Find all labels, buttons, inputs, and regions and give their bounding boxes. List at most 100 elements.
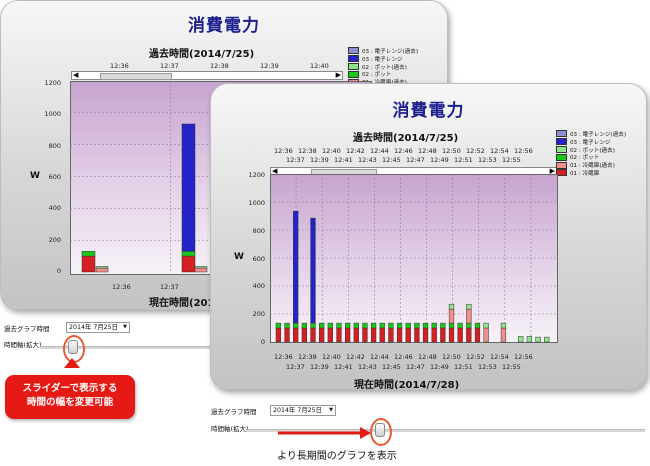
bar (483, 322, 489, 329)
tick-label: 12:43 (358, 363, 377, 371)
bar (319, 327, 325, 343)
tick-label: 12:45 (382, 363, 401, 371)
bar (275, 322, 282, 329)
bar (457, 322, 463, 329)
bar (448, 303, 455, 310)
date-select[interactable]: 2014年 7月25日 ▼ (270, 405, 336, 416)
bar-chart (270, 174, 557, 343)
bar (353, 322, 359, 329)
bar (293, 327, 299, 343)
bar (310, 217, 316, 324)
bar (293, 210, 299, 324)
bar (293, 322, 299, 329)
tick-label: 12:42 (346, 353, 365, 361)
bar (310, 322, 316, 329)
zoom-slider-handle[interactable] (68, 340, 78, 354)
bar (327, 327, 333, 343)
bar (353, 327, 359, 343)
tick-label: 12:47 (406, 363, 425, 371)
date-select[interactable]: 2014年 7月25日 ▼ (66, 322, 130, 333)
bar (448, 322, 455, 329)
bar (284, 322, 290, 329)
bar (362, 327, 368, 343)
bar (301, 322, 307, 329)
slider-callout: スライダーで表示する 時間の幅を変更可能 (5, 375, 135, 419)
bar (526, 336, 533, 343)
bar (466, 303, 472, 310)
zoom-slider-handle[interactable] (375, 423, 385, 437)
bar (431, 327, 437, 343)
bar (345, 322, 351, 329)
tick-label: 12:52 (466, 353, 485, 361)
bar (379, 322, 385, 329)
bar (466, 327, 472, 343)
bar (181, 123, 196, 252)
zoom-slider-track[interactable] (246, 429, 645, 432)
caption: より長期間のグラフを表示 (277, 451, 397, 462)
bar (194, 266, 208, 269)
tick-label: 12:38 (298, 353, 317, 361)
tick-label: 12:41 (334, 363, 353, 371)
front-power-window: 消費電力 過去時間(2014/7/25) 12:36 12:38 12:40 12:4… (210, 83, 647, 390)
bar (440, 327, 446, 343)
bar (448, 308, 455, 324)
tick-label: 12:54 (490, 353, 509, 361)
tick-label: 12:44 (370, 353, 389, 361)
bar (81, 251, 96, 257)
zoom-label: 時間軸(拡大) (4, 341, 42, 349)
bottom-axis-title: 現在時間(2014/7/28) (354, 380, 460, 390)
bar (431, 322, 437, 329)
bar (275, 327, 282, 343)
bar (440, 322, 446, 329)
bar (81, 255, 96, 273)
tick-label: 12:36 (112, 283, 131, 291)
bar (474, 322, 481, 329)
date-select-value: 2014年 7月25日 (69, 324, 118, 331)
bar (345, 327, 351, 343)
callout-line-1: スライダーで表示する (22, 383, 118, 394)
bar (422, 327, 429, 343)
bar (500, 322, 507, 329)
bar (284, 327, 290, 343)
bar (396, 322, 403, 329)
chevron-down-icon: ▼ (329, 407, 333, 413)
bar (518, 336, 524, 343)
tick-label: 12:49 (430, 363, 449, 371)
bar (181, 251, 196, 257)
tick-label: 12:50 (442, 353, 461, 361)
bar (535, 336, 541, 343)
tick-label: 12:39 (310, 363, 329, 371)
bar (336, 322, 342, 329)
bar (422, 322, 429, 329)
tick-label: 12:37 (286, 363, 305, 371)
tick-label: 12:37 (160, 283, 179, 291)
tick-label: 12:36 (274, 353, 293, 361)
bar (95, 266, 109, 269)
bar (181, 255, 196, 273)
bar (405, 327, 411, 343)
tick-label: 12:51 (454, 363, 473, 371)
zoom-label: 時間軸(拡大) (211, 425, 249, 433)
bar (448, 327, 455, 343)
bar (194, 267, 208, 273)
past-graph-time-label: 過去グラフ時間 (211, 408, 257, 416)
tick-label: 12:48 (418, 353, 437, 361)
bar (301, 327, 307, 343)
bar (379, 327, 385, 343)
tick-label: 12:40 (322, 353, 341, 361)
bar (310, 327, 316, 343)
bar (336, 327, 342, 343)
bar (388, 322, 394, 329)
tick-label: 12:53 (478, 363, 497, 371)
bar (370, 322, 377, 329)
tick-label: 12:46 (394, 353, 413, 361)
chevron-down-icon: ▼ (123, 324, 127, 330)
bar (414, 322, 420, 329)
bar (362, 322, 368, 329)
bar (405, 322, 411, 329)
bar (483, 327, 489, 343)
bar (466, 322, 472, 329)
tick-label: 12:55 (502, 363, 521, 371)
callout-line-2: 時間の幅を変更可能 (26, 397, 114, 408)
tick-label: 12:56 (514, 353, 533, 361)
